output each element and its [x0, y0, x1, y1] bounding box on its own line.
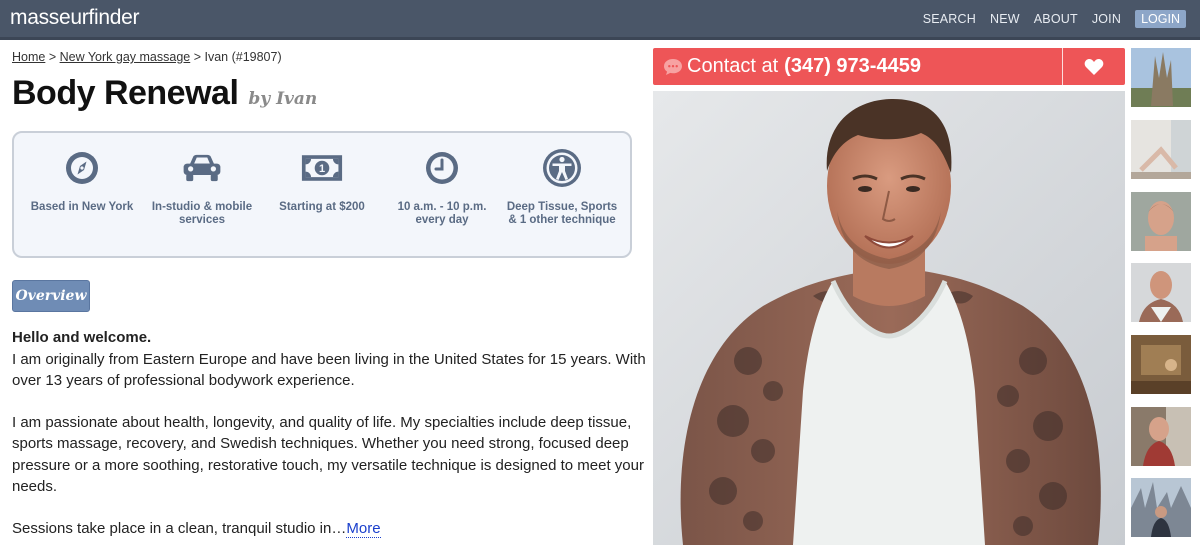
page-title: Body Renewal: [12, 74, 239, 112]
contact-label: Contact at: [687, 55, 779, 77]
breadcrumb-current: Ivan (#19807): [204, 50, 282, 64]
feature-label: Starting at $200: [279, 201, 365, 213]
main-profile-photo[interactable]: [653, 91, 1125, 545]
breadcrumb: Home > New York gay massage > Ivan (#198…: [12, 50, 282, 64]
clock-icon: [421, 147, 463, 189]
feature-label: 10 a.m. - 10 p.m. every day: [397, 201, 487, 226]
feature-location: Based in New York: [22, 147, 142, 256]
login-button[interactable]: LOGIN: [1135, 10, 1186, 28]
breadcrumb-separator: >: [45, 50, 60, 64]
description-greeting: Hello and welcome.: [12, 329, 152, 346]
main-nav: SEARCH NEW ABOUT JOIN LOGIN: [923, 10, 1186, 28]
feature-price: 1 Starting at $200: [262, 147, 382, 256]
profile-title-row: Body Renewal by Ivan: [12, 74, 317, 113]
breadcrumb-home-link[interactable]: Home: [12, 50, 45, 64]
svg-text:1: 1: [319, 163, 325, 175]
chat-bubble-icon: [663, 58, 683, 76]
description-paragraph: Sessions take place in a clean, tranquil…: [12, 519, 347, 537]
features-box: Based in New York In-studio & mobile ser…: [12, 131, 632, 258]
person-circle-icon: [541, 147, 583, 189]
photo-thumbnail[interactable]: [1131, 263, 1191, 322]
contact-button[interactable]: Contact at (347) 973-4459: [653, 48, 1062, 85]
top-navigation-bar: masseurfinder SEARCH NEW ABOUT JOIN LOGI…: [0, 0, 1200, 40]
photo-thumbnail[interactable]: [1131, 192, 1191, 251]
feature-label: Deep Tissue, Sports & 1 other technique: [506, 201, 618, 226]
photo-thumbnail[interactable]: [1131, 478, 1191, 537]
feature-techniques: Deep Tissue, Sports & 1 other technique: [502, 147, 622, 256]
nav-join-link[interactable]: JOIN: [1092, 12, 1121, 26]
photo-thumbnail[interactable]: [1131, 48, 1191, 107]
description-paragraph: I am originally from Eastern Europe and …: [12, 350, 646, 390]
breadcrumb-separator: >: [190, 50, 205, 64]
compass-icon: [61, 147, 103, 189]
photo-thumbnail[interactable]: [1131, 407, 1191, 466]
profile-photo-image: [653, 91, 1125, 545]
photo-thumbnail[interactable]: [1131, 120, 1191, 179]
photo-thumbnail[interactable]: [1131, 335, 1191, 394]
breadcrumb-city-link[interactable]: New York gay massage: [60, 50, 191, 64]
profile-description: Hello and welcome. I am originally from …: [12, 327, 652, 545]
feature-label: In-studio & mobile services: [151, 201, 253, 226]
tab-overview[interactable]: Overview: [12, 280, 90, 312]
contact-divider: [1062, 48, 1063, 85]
site-logo[interactable]: masseurfinder: [10, 6, 139, 30]
masseur-byline: by Ivan: [248, 89, 318, 109]
nav-about-link[interactable]: ABOUT: [1034, 12, 1078, 26]
nav-search-link[interactable]: SEARCH: [923, 12, 976, 26]
feature-label: Based in New York: [30, 201, 134, 213]
favorite-button[interactable]: [1063, 48, 1125, 85]
read-more-link[interactable]: More: [346, 519, 381, 538]
feature-service-type: In-studio & mobile services: [142, 147, 262, 256]
car-icon: [181, 147, 223, 189]
nav-new-link[interactable]: NEW: [990, 12, 1020, 26]
feature-hours: 10 a.m. - 10 p.m. every day: [382, 147, 502, 256]
banknote-icon: 1: [301, 147, 343, 189]
contact-bar: Contact at (347) 973-4459: [653, 48, 1125, 85]
heart-icon: [1084, 58, 1104, 76]
contact-phone-number: (347) 973-4459: [784, 55, 921, 77]
description-paragraph: I am passionate about health, longevity,…: [12, 413, 644, 496]
